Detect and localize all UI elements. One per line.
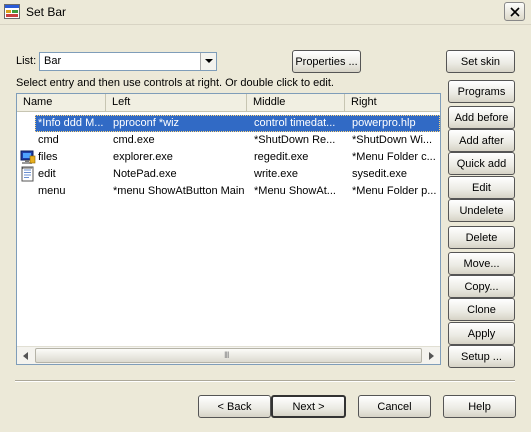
close-button[interactable] <box>504 2 525 21</box>
list-row[interactable]: menu *menu ShowAtButton Main *Menu ShowA… <box>17 183 440 200</box>
row-middle: regedit.exe <box>254 151 309 163</box>
row-right: powerpro.hlp <box>352 117 416 129</box>
help-button[interactable]: Help <box>443 395 516 418</box>
title-bar[interactable]: Set Bar <box>0 0 531 25</box>
arrow-left-icon <box>23 352 28 360</box>
notepad-icon <box>21 166 34 182</box>
list-select-value: Bar <box>44 55 62 67</box>
footer-separator <box>15 380 515 382</box>
row-right: *Menu Folder p... <box>352 185 437 197</box>
window-title: Set Bar <box>26 5 67 19</box>
add-after-button[interactable]: Add after <box>448 129 515 152</box>
row-name: *Info ddd M... <box>38 117 104 129</box>
horizontal-scrollbar[interactable]: III <box>17 346 440 364</box>
row-left: explorer.exe <box>113 151 173 163</box>
cancel-button[interactable]: Cancel <box>358 395 431 418</box>
row-right: *Menu Folder c... <box>352 151 436 163</box>
row-left: pproconf *wiz <box>113 117 180 129</box>
programs-button[interactable]: Programs <box>448 80 515 103</box>
row-left: cmd.exe <box>113 134 155 146</box>
column-header-name[interactable]: Name <box>17 94 106 111</box>
row-name: cmd <box>38 134 59 146</box>
scroll-thumb[interactable]: III <box>35 348 422 363</box>
row-name: menu <box>38 185 66 197</box>
apply-button[interactable]: Apply <box>448 322 515 345</box>
instructions-text: Select entry and then use controls at ri… <box>16 77 334 89</box>
scroll-right-button[interactable] <box>423 347 440 364</box>
scroll-left-button[interactable] <box>17 347 34 364</box>
add-before-button[interactable]: Add before <box>448 106 515 129</box>
column-header-left[interactable]: Left <box>106 94 247 111</box>
list-row[interactable]: files explorer.exe regedit.exe *Menu Fol… <box>17 149 440 166</box>
list-row[interactable]: edit NotePad.exe write.exe sysedit.exe <box>17 166 440 183</box>
edit-button[interactable]: Edit <box>448 176 515 199</box>
row-right: sysedit.exe <box>352 168 408 180</box>
chevron-down-icon <box>205 59 213 63</box>
powerpro-app-icon <box>4 4 20 19</box>
set-bar-dialog: Set Bar List: Bar Properties ... Set ski… <box>0 0 531 432</box>
row-middle: *Menu ShowAt... <box>254 185 336 197</box>
list-select[interactable]: Bar <box>39 52 217 71</box>
scroll-grip: III <box>224 350 229 360</box>
list-row[interactable]: cmd cmd.exe *ShutDown Re... *ShutDown Wi… <box>17 132 440 149</box>
column-header-middle[interactable]: Middle <box>247 94 345 111</box>
list-row[interactable]: *Info ddd M... pproconf *wiz control tim… <box>17 115 440 132</box>
row-middle: write.exe <box>254 168 299 180</box>
list-header: Name Left Middle Right <box>17 94 440 112</box>
move-button[interactable]: Move... <box>448 252 515 275</box>
arrow-right-icon <box>429 352 434 360</box>
properties-button[interactable]: Properties ... <box>292 50 361 73</box>
delete-button[interactable]: Delete <box>448 226 515 249</box>
computer-icon <box>20 150 36 164</box>
quick-add-button[interactable]: Quick add <box>448 152 515 175</box>
row-left: *menu ShowAtButton Main <box>113 185 245 197</box>
clone-button[interactable]: Clone <box>448 298 515 321</box>
row-middle: control timedat... <box>254 117 336 129</box>
row-name: files <box>38 151 58 163</box>
entries-list[interactable]: Name Left Middle Right *Info ddd M... pp… <box>16 93 441 365</box>
row-middle: *ShutDown Re... <box>254 134 336 146</box>
next-button[interactable]: Next > <box>271 395 346 418</box>
list-label: List: <box>16 55 37 67</box>
setup-button[interactable]: Setup ... <box>448 345 515 368</box>
undelete-button[interactable]: Undelete <box>448 199 515 222</box>
row-left: NotePad.exe <box>113 168 177 180</box>
copy-button[interactable]: Copy... <box>448 275 515 298</box>
column-header-right[interactable]: Right <box>345 94 440 111</box>
back-button[interactable]: < Back <box>198 395 271 418</box>
close-icon <box>510 7 520 17</box>
set-skin-button[interactable]: Set skin <box>446 50 515 73</box>
list-select-dropdown-button[interactable] <box>200 53 216 70</box>
row-right: *ShutDown Wi... <box>352 134 433 146</box>
row-name: edit <box>38 168 56 180</box>
